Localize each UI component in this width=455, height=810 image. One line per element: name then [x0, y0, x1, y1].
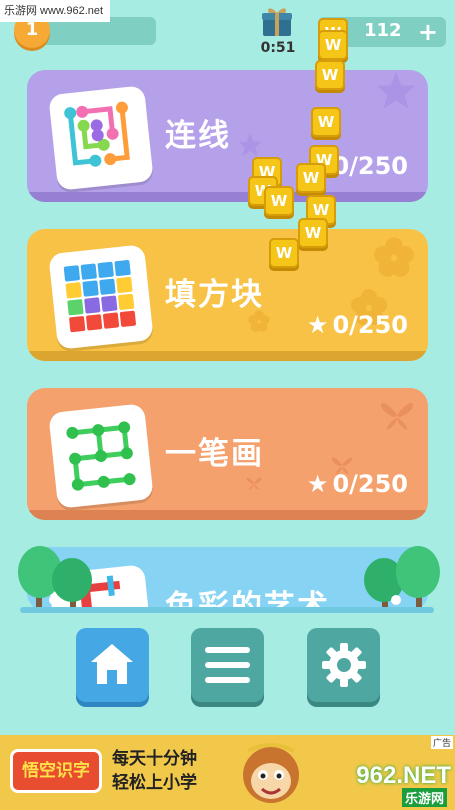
game-card-yibihua[interactable]: 一笔画 ★ 0/250	[27, 388, 428, 520]
game-title: 填方块	[165, 277, 264, 313]
yibihua-thumbnail	[48, 403, 154, 509]
game-progress: ★ 0/250	[307, 311, 408, 339]
butterfly-decoration	[246, 477, 262, 490]
gear-icon	[322, 643, 366, 687]
w-tile: W	[311, 107, 341, 137]
gift-icon[interactable]	[260, 4, 294, 38]
star-decoration	[238, 133, 262, 157]
ad-indicator: 广告	[430, 736, 453, 749]
ad-logo: 悟空识字	[10, 749, 102, 793]
lianxian-thumbnail	[48, 85, 154, 191]
menu-button[interactable]	[191, 628, 264, 702]
flower-decoration	[374, 237, 414, 277]
monkey-mascot-icon	[243, 743, 299, 803]
ad-brand: 962.NET	[356, 762, 451, 789]
game-progress-value: 0/250	[332, 311, 408, 339]
game-progress: 0/250	[332, 152, 408, 180]
settings-button[interactable]	[307, 628, 380, 702]
menu-icon	[205, 647, 250, 683]
game-title: 连线	[165, 118, 231, 154]
w-tile: W	[318, 30, 348, 60]
game-card-lianxian[interactable]: 连线 0/250	[27, 70, 428, 202]
star-decoration	[377, 72, 415, 109]
game-progress: ★ 0/250	[307, 470, 408, 498]
home-icon	[91, 644, 133, 684]
add-coins-button[interactable]: +	[418, 18, 438, 46]
star-icon: ★	[306, 311, 329, 339]
card-shadow	[27, 510, 428, 520]
ad-slogan: 每天十分钟 轻松上小学	[112, 747, 197, 795]
site-watermark: 乐游网 www.962.net	[0, 0, 110, 22]
w-tile: W	[269, 238, 299, 268]
w-tile: W	[298, 218, 328, 248]
game-progress-value: 0/250	[332, 152, 408, 180]
card-shadow	[27, 192, 428, 202]
ad-brand-sub: 乐游网	[401, 788, 447, 807]
w-tile: W	[264, 186, 294, 216]
tree-decoration	[364, 546, 440, 608]
game-card-tianfangkuai[interactable]: 填方块 ★ 0/250	[27, 229, 428, 361]
butterfly-decoration	[380, 402, 414, 430]
star-icon: ★	[306, 470, 329, 498]
gift-timer: 0:51	[260, 40, 296, 56]
coin-value: 112	[364, 20, 402, 41]
game-progress-value: 0/250	[332, 470, 408, 498]
ad-slogan-line2: 轻松上小学	[112, 773, 197, 793]
game-title: 一笔画	[165, 436, 264, 472]
ad-logo-text: 悟空识字	[22, 761, 90, 781]
scroll-shelf	[20, 607, 434, 613]
tree-decoration	[18, 546, 92, 608]
tianfangkuai-thumbnail	[48, 244, 154, 350]
ad-slogan-line1: 每天十分钟	[112, 749, 197, 769]
card-shadow	[27, 351, 428, 361]
home-button[interactable]	[76, 628, 149, 702]
w-tile: W	[315, 60, 345, 90]
ad-banner[interactable]: 悟空识字 每天十分钟 轻松上小学 广告 962.NET 乐游网	[0, 735, 455, 810]
w-tile: W	[296, 163, 326, 193]
